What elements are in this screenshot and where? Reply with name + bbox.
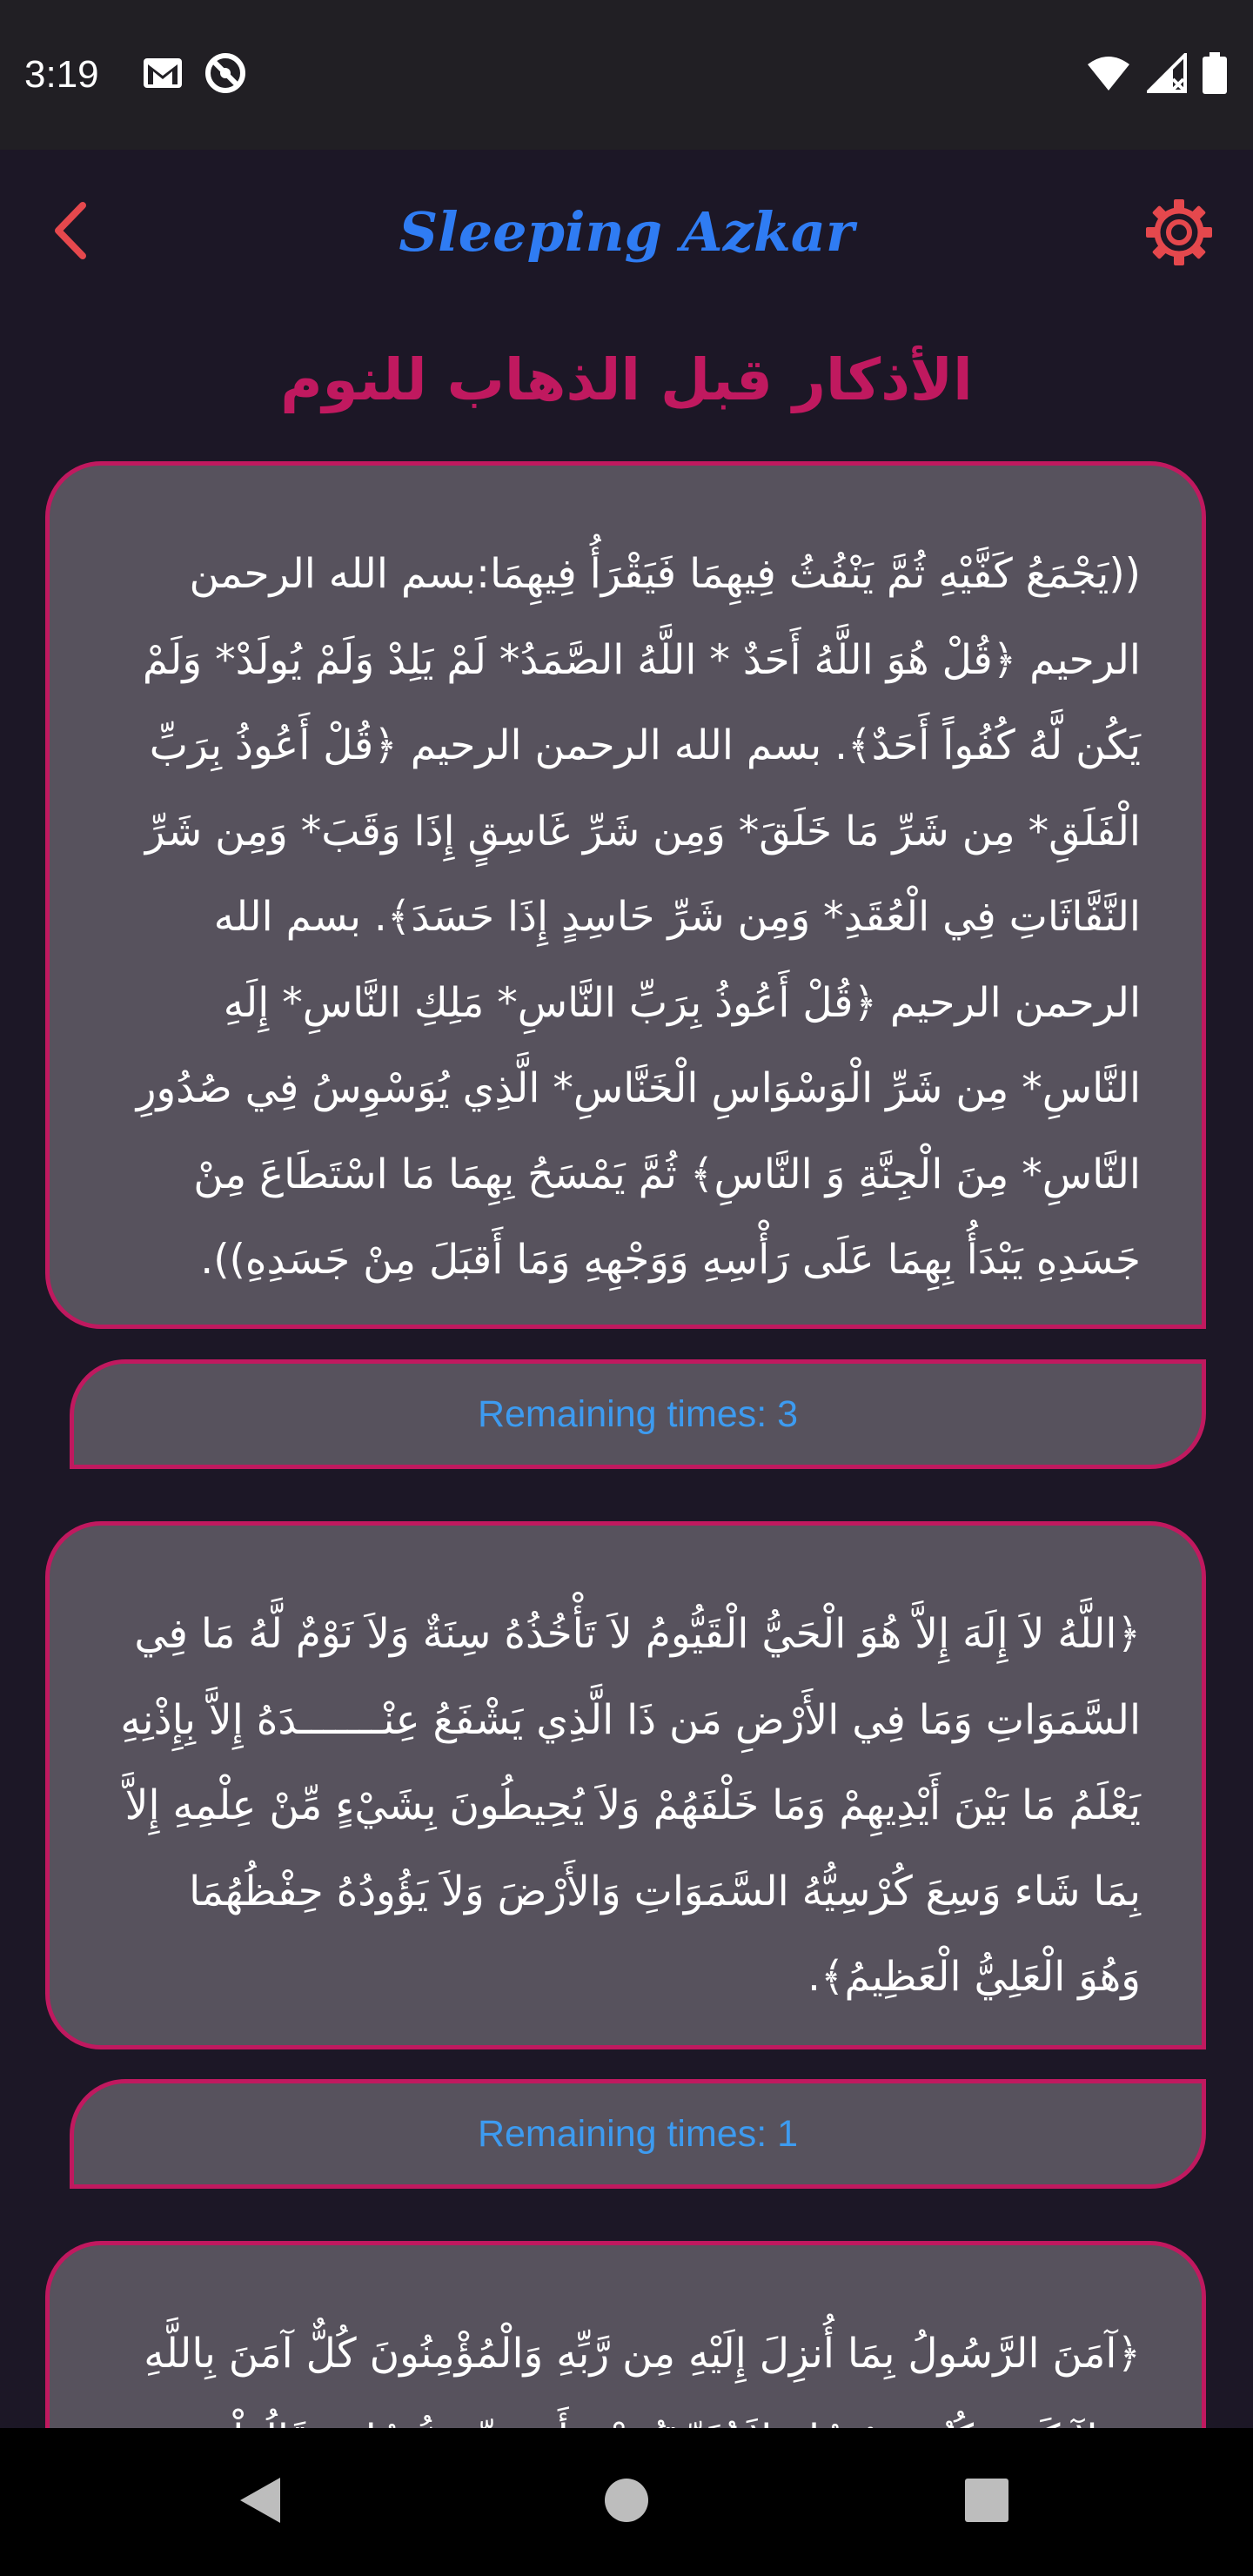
status-time: 3:19 (24, 53, 99, 96)
zikr-text: ﴿آمَنَ الرَّسُولُ بِمَا أُنزِلَ إِلَيْهِ… (144, 2330, 1141, 2428)
battery-icon (1203, 52, 1227, 97)
app-bar: Sleeping Azkar (0, 150, 1253, 315)
zikr-card: ﴿اللَّهُ لاَ إِلَهَ إِلاَّ هُوَ الْحَيُّ… (45, 1521, 1206, 2049)
nav-back-button[interactable] (209, 2459, 313, 2546)
nav-recents-button[interactable] (935, 2459, 1039, 2546)
settings-button[interactable] (1140, 195, 1218, 273)
gmail-icon (143, 57, 183, 92)
zikr-text: ﴿اللَّهُ لاَ إِلَهَ إِلاَّ هُوَ الْحَيُّ… (120, 1610, 1141, 2001)
remaining-counter-button[interactable]: Remaining times: 1 (70, 2079, 1206, 2189)
nav-back-icon (235, 2474, 287, 2530)
nav-recents-icon (963, 2477, 1010, 2527)
remaining-times-label: Remaining times: 3 (477, 1392, 799, 1435)
zikr-card: ((يَجْمَعُ كَفَّيْهِ ثُمَّ يَنْفُثُ فِيه… (45, 461, 1206, 1329)
signal-icon (1144, 50, 1187, 97)
navigation-bar (0, 2428, 1253, 2576)
nav-home-icon (602, 2476, 651, 2528)
gear-icon (1144, 198, 1214, 271)
azkar-list[interactable]: ((يَجْمَعُ كَفَّيْهِ ثُمَّ يَنْفُثُ فِيه… (0, 457, 1253, 2428)
remaining-times-label: Remaining times: 1 (477, 2112, 799, 2155)
nav-home-button[interactable] (574, 2459, 679, 2546)
do-not-disturb-icon (204, 51, 247, 98)
page-heading: الأذكار قبل الذهاب للنوم (280, 346, 973, 413)
app-title: Sleeping Azkar (399, 200, 854, 264)
remaining-counter-button[interactable]: Remaining times: 3 (70, 1359, 1206, 1469)
wifi-icon (1086, 54, 1131, 96)
status-bar: 3:19 (0, 0, 1253, 150)
status-system-icons (1086, 50, 1227, 97)
zikr-text: ((يَجْمَعُ كَفَّيْهِ ثُمَّ يَنْفُثُ فِيه… (136, 550, 1141, 1284)
zikr-card: ﴿آمَنَ الرَّسُولُ بِمَا أُنزِلَ إِلَيْهِ… (45, 2241, 1206, 2428)
status-notification-icons (143, 52, 247, 97)
